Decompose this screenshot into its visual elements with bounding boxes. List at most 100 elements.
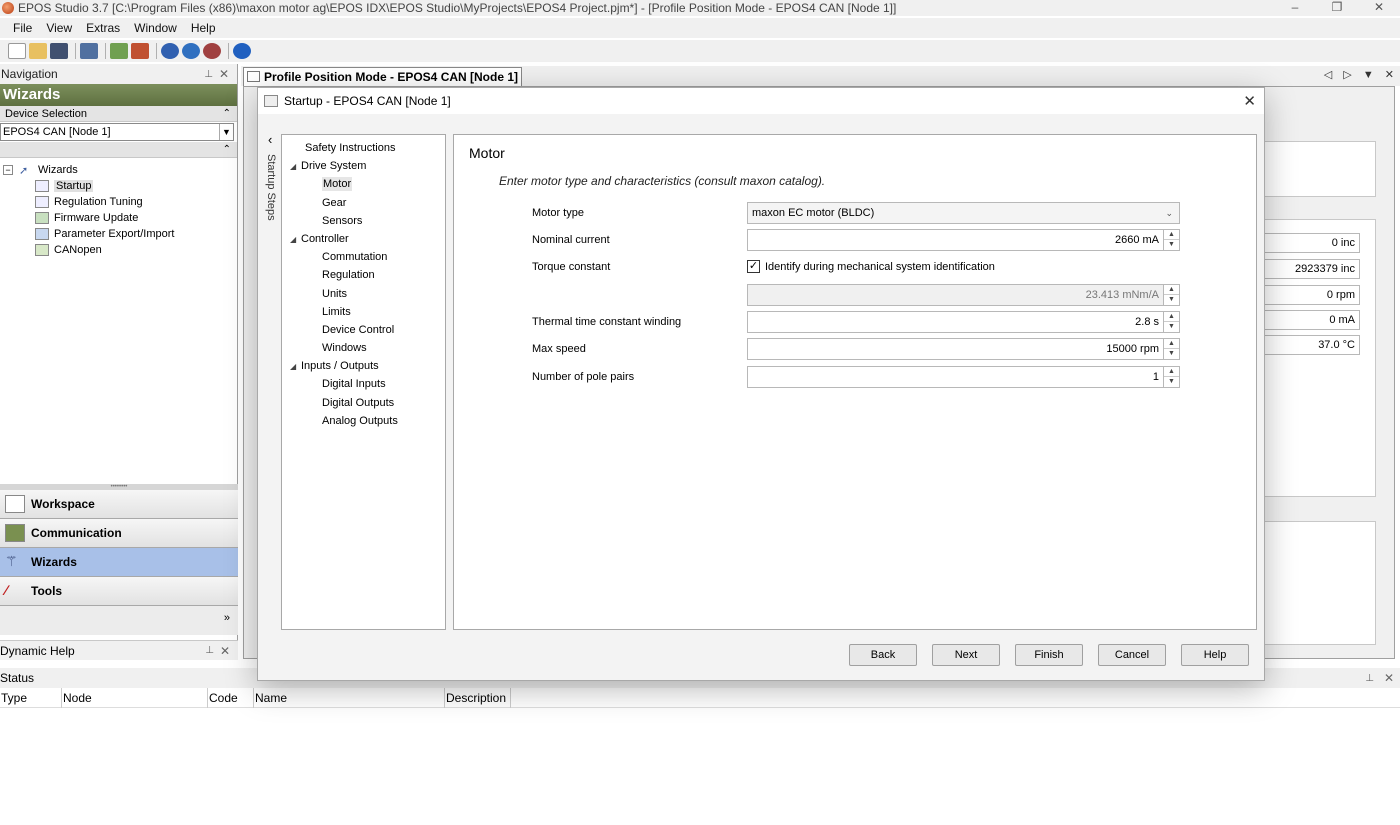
nominal-current-spinner[interactable]: 2660 mA ▲ ▼ (747, 229, 1180, 251)
close-dialog-button[interactable]: ✕ (1243, 92, 1256, 110)
spin-down-icon[interactable]: ▼ (1164, 349, 1179, 359)
spin-up-icon[interactable]: ▲ (1164, 367, 1179, 377)
nav-button-tools[interactable]: ∕ Tools (0, 577, 238, 606)
motor-type-select[interactable]: maxon EC motor (BLDC) ⌄ (747, 202, 1180, 224)
tree-item-startup[interactable]: Startup (0, 178, 237, 194)
step-group-controller[interactable]: ◢ Controller (282, 230, 445, 248)
pin-icon[interactable]: ⊥ (205, 645, 214, 656)
refresh-network-icon[interactable] (182, 43, 200, 59)
spin-up-icon[interactable]: ▲ (1164, 312, 1179, 322)
tree-item-parameter-export-import[interactable]: Parameter Export/Import (0, 226, 237, 242)
step-digital-inputs[interactable]: Digital Inputs (282, 375, 445, 393)
column-header-type[interactable]: Type (0, 687, 62, 708)
finish-button[interactable]: Finish (1015, 644, 1083, 666)
spinner-buttons[interactable]: ▲ ▼ (1164, 338, 1180, 360)
disconnect-icon[interactable] (131, 43, 149, 59)
device-select[interactable]: EPOS4 CAN [Node 1] ▼ (0, 123, 234, 141)
spin-down-icon[interactable]: ▼ (1164, 377, 1179, 387)
scan-network-icon[interactable] (161, 43, 179, 59)
step-gear[interactable]: Gear (282, 194, 445, 212)
menu-help[interactable]: Help (191, 21, 216, 35)
close-icon[interactable]: ✕ (1384, 671, 1394, 685)
menu-window[interactable]: Window (134, 21, 177, 35)
collapse-icon[interactable]: − (3, 165, 13, 175)
chevron-down-icon[interactable]: ▼ (219, 124, 233, 140)
back-button[interactable]: Back (849, 644, 917, 666)
pole-pairs-field[interactable]: 1 (747, 366, 1164, 388)
max-speed-field[interactable]: 15000 rpm (747, 338, 1164, 360)
close-icon[interactable]: ✕ (220, 644, 230, 658)
tree-root[interactable]: − ➚ Wizards (0, 162, 237, 178)
tab-list-icon[interactable]: ▼ (1363, 69, 1374, 81)
device-selection-bar[interactable]: Device Selection ⌃ (0, 106, 237, 122)
identify-checkbox-row[interactable]: ✓ Identify during mechanical system iden… (747, 260, 995, 273)
step-sensors[interactable]: Sensors (282, 212, 445, 230)
minimize-button[interactable]: – (1274, 0, 1316, 16)
spin-down-icon[interactable]: ▼ (1164, 322, 1179, 332)
thermal-time-constant-field[interactable]: 2.8 s (747, 311, 1164, 333)
scroll-right-icon[interactable]: ▷ (1343, 69, 1351, 81)
expand-triangle-icon[interactable]: ◢ (290, 231, 301, 249)
close-window-button[interactable]: ✕ (1358, 0, 1400, 16)
tree-section-bar[interactable]: ⌃ (0, 142, 237, 158)
restore-button[interactable]: ❐ (1316, 0, 1358, 16)
step-group-inputs-outputs[interactable]: ◢ Inputs / Outputs (282, 357, 445, 375)
next-button[interactable]: Next (932, 644, 1000, 666)
expand-triangle-icon[interactable]: ◢ (290, 158, 301, 176)
tab-profile-position-mode[interactable]: Profile Position Mode - EPOS4 CAN [Node … (243, 67, 523, 86)
column-header-name[interactable]: Name (254, 687, 445, 708)
tree-item-regulation-tuning[interactable]: Regulation Tuning (0, 194, 237, 210)
new-icon[interactable] (8, 43, 26, 59)
device-icon[interactable] (80, 43, 98, 59)
step-windows[interactable]: Windows (282, 339, 445, 357)
collapse-up-icon[interactable]: ⌃ (223, 144, 231, 155)
thermal-time-constant-spinner[interactable]: 2.8 s ▲ ▼ (747, 311, 1180, 333)
connect-icon[interactable] (110, 43, 128, 59)
identify-checkbox[interactable]: ✓ (747, 260, 760, 273)
pin-icon[interactable]: ⊥ (1365, 673, 1374, 684)
open-folder-icon[interactable] (29, 43, 47, 59)
expand-triangle-icon[interactable]: ◢ (290, 358, 301, 376)
step-motor[interactable]: Motor (282, 175, 445, 193)
spin-up-icon[interactable]: ▲ (1164, 339, 1179, 349)
nominal-current-field[interactable]: 2660 mA (747, 229, 1164, 251)
step-regulation[interactable]: Regulation (282, 266, 445, 284)
close-icon[interactable]: ✕ (219, 67, 229, 81)
step-analog-outputs[interactable]: Analog Outputs (282, 412, 445, 430)
spinner-buttons[interactable]: ▲ ▼ (1164, 229, 1180, 251)
spin-up-icon[interactable]: ▲ (1164, 230, 1179, 240)
help-icon[interactable] (233, 43, 251, 59)
help-button[interactable]: Help (1181, 644, 1249, 666)
save-icon[interactable] (50, 43, 68, 59)
pin-icon[interactable]: ⊥ (204, 69, 213, 80)
max-speed-spinner[interactable]: 15000 rpm ▲ ▼ (747, 338, 1180, 360)
nav-button-workspace[interactable]: Workspace (0, 490, 238, 519)
tree-item-firmware-update[interactable]: Firmware Update (0, 210, 237, 226)
step-safety-instructions[interactable]: Safety Instructions (282, 139, 445, 157)
column-header-description[interactable]: Description (445, 687, 511, 708)
spinner-buttons[interactable]: ▲ ▼ (1164, 311, 1180, 333)
step-limits[interactable]: Limits (282, 303, 445, 321)
menu-extras[interactable]: Extras (86, 21, 120, 35)
stop-network-icon[interactable] (203, 43, 221, 59)
chevron-down-icon[interactable]: ⌄ (1165, 203, 1173, 223)
column-header-node[interactable]: Node (62, 687, 208, 708)
startup-steps-collapse[interactable]: ‹ Startup Steps (263, 132, 283, 252)
spinner-buttons[interactable]: ▲ ▼ (1164, 366, 1180, 388)
step-commutation[interactable]: Commutation (282, 248, 445, 266)
step-digital-outputs[interactable]: Digital Outputs (282, 394, 445, 412)
step-device-control[interactable]: Device Control (282, 321, 445, 339)
cancel-button[interactable]: Cancel (1098, 644, 1166, 666)
menu-view[interactable]: View (46, 21, 72, 35)
menu-file[interactable]: File (13, 21, 32, 35)
step-units[interactable]: Units (282, 285, 445, 303)
tree-item-canopen[interactable]: CANopen (0, 242, 237, 258)
pole-pairs-spinner[interactable]: 1 ▲ ▼ (747, 366, 1180, 388)
collapse-up-icon[interactable]: ⌃ (223, 108, 231, 119)
overflow-chevron-icon[interactable]: » (224, 612, 230, 624)
close-icon[interactable]: ✕ (1385, 69, 1394, 81)
nav-button-wizards[interactable]: ⚚ Wizards (0, 548, 238, 577)
nav-button-communication[interactable]: Communication (0, 519, 238, 548)
spin-down-icon[interactable]: ▼ (1164, 240, 1179, 250)
column-header-code[interactable]: Code (208, 687, 254, 708)
